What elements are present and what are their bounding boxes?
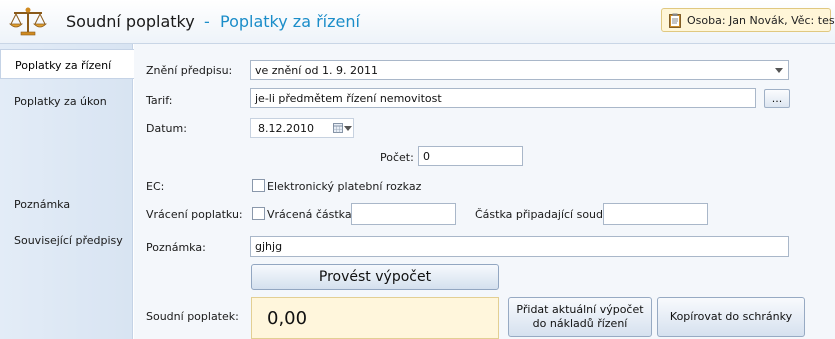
vraceni-checkbox[interactable] (252, 207, 265, 220)
ec-checkbox-label: Elektronický platební rozkaz (267, 180, 422, 193)
add-to-costs-button[interactable]: Přidat aktuální výpočet do nákladů řízen… (508, 297, 652, 337)
datum-label: Datum: (146, 122, 187, 135)
tarif-label: Tarif: (146, 94, 173, 107)
zneni-select[interactable]: ve znění od 1. 9. 2011 (250, 60, 789, 80)
soudni-poplatek-result: 0,00 (251, 297, 499, 339)
datum-chevron-down-icon[interactable] (344, 126, 352, 131)
calculate-button-label: Provést výpočet (318, 269, 432, 285)
pocet-field[interactable]: 0 (418, 146, 523, 166)
pocet-value: 0 (423, 150, 430, 163)
tarif-browse-label: ... (771, 92, 783, 105)
sidebar-item-label: Poplatky za řízení (15, 59, 112, 72)
ec-label: EC: (146, 180, 165, 193)
vraceni-label: Vrácení poplatku: (146, 208, 243, 221)
add-to-costs-line2: do nákladů řízení (532, 317, 628, 330)
main-content: Znění předpisu: ve znění od 1. 9. 2011 T… (134, 44, 835, 339)
zneni-label: Znění předpisu: (146, 64, 233, 77)
calculate-button[interactable]: Provést výpočet (251, 264, 499, 290)
case-info-text: Osoba: Jan Novák, Věc: test (687, 14, 835, 27)
copy-to-clipboard-button[interactable]: Kopírovat do schránky (657, 297, 805, 337)
datum-picker[interactable]: 8.12.2010 (250, 118, 354, 138)
page-subtitle: Poplatky za řízení (220, 12, 360, 31)
zneni-select-value: ve znění od 1. 9. 2011 (255, 64, 378, 77)
castka-soudu-field[interactable] (603, 203, 708, 225)
app-title: Soudní poplatky (66, 12, 195, 31)
tarif-field[interactable]: je-li předmětem řízení nemovitost (250, 88, 756, 108)
tarif-browse-button[interactable]: ... (764, 89, 790, 108)
vracena-castka-label: Vrácená částka: (267, 208, 356, 221)
poznamka-label: Poznámka: (146, 241, 206, 254)
case-info-badge[interactable]: Osoba: Jan Novák, Věc: test (661, 8, 835, 32)
chevron-down-icon (775, 68, 783, 73)
poznamka-value: gjhjg (255, 240, 283, 253)
soudni-poplatek-label: Soudní poplatek: (146, 310, 239, 323)
sidebar-item-souvisejici-predpisy[interactable]: Související předpisy (0, 225, 133, 255)
sidebar-nav: Poplatky za řízení Poplatky za úkon Pozn… (0, 44, 134, 339)
vracena-castka-field[interactable] (351, 203, 456, 225)
castka-soudu-label: Částka připadající soudu: (475, 208, 614, 221)
datum-value: 8.12.2010 (258, 122, 314, 135)
poznamka-field[interactable]: gjhjg (250, 236, 789, 257)
calendar-icon[interactable] (333, 123, 343, 133)
add-to-costs-line1: Přidat aktuální výpočet (516, 303, 644, 316)
sidebar-item-label: Související předpisy (14, 234, 123, 247)
sidebar-item-poplatky-za-rizeni[interactable]: Poplatky za řízení (0, 49, 134, 79)
tarif-value: je-li předmětem řízení nemovitost (255, 92, 442, 105)
scales-of-justice-icon (9, 7, 47, 36)
app-header: Soudní poplatky - Poplatky za řízení Oso… (0, 0, 835, 44)
copy-to-clipboard-label: Kopírovat do schránky (669, 310, 793, 323)
sidebar-item-poplatky-za-ukon[interactable]: Poplatky za úkon (0, 86, 133, 116)
title-separator: - (204, 12, 210, 31)
soudni-poplatek-value: 0,00 (267, 308, 308, 329)
sidebar-item-label: Poplatky za úkon (14, 95, 107, 108)
sidebar-item-poznamka[interactable]: Poznámka (0, 189, 133, 219)
ec-checkbox[interactable] (252, 179, 265, 192)
pocet-label: Počet: (380, 151, 414, 164)
clipboard-icon (669, 13, 681, 28)
sidebar-item-label: Poznámka (14, 198, 71, 211)
